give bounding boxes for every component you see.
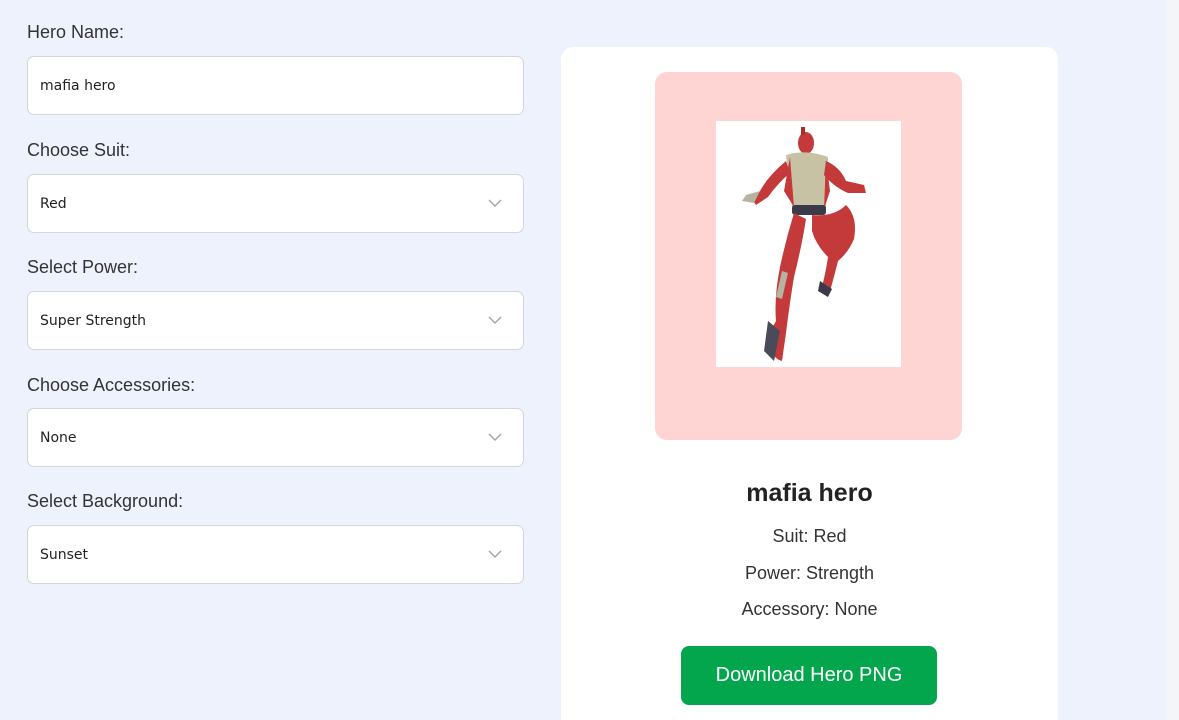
hero-name-label: Hero Name: (27, 22, 125, 42)
hero-image (716, 121, 901, 367)
accessories-label: Choose Accessories: (27, 375, 196, 395)
accessories-value: None (40, 429, 77, 446)
power-label: Select Power: (27, 257, 139, 277)
background-select[interactable]: Sunset (27, 525, 524, 584)
suit-stat: Suit: Red (772, 526, 847, 546)
suit-select[interactable]: Red (27, 174, 524, 233)
accessories-select[interactable]: None (27, 408, 524, 467)
chevron-down-icon (488, 199, 502, 207)
accessory-stat: Accessory: None (741, 599, 878, 619)
background-label: Select Background: (27, 491, 184, 511)
suit-value: Red (40, 195, 67, 212)
download-hero-button[interactable]: Download Hero PNG (681, 646, 937, 705)
superhero-figure (742, 127, 866, 361)
hero-preview-background (655, 72, 962, 440)
background-value: Sunset (40, 546, 89, 563)
power-select[interactable]: Super Strength (27, 291, 524, 350)
power-value: Super Strength (40, 312, 147, 329)
hero-name-value: mafia hero (40, 77, 116, 94)
chevron-down-icon (488, 316, 502, 324)
hero-name-input[interactable]: mafia hero (27, 56, 524, 115)
scrollbar-track[interactable] (1166, 0, 1179, 720)
hero-name-display: mafia hero (746, 479, 873, 507)
hero-creator-page: Hero Name: mafia hero Choose Suit: Red S… (0, 0, 1179, 720)
power-stat: Power: Strength (744, 563, 875, 583)
chevron-down-icon (488, 550, 502, 558)
hero-preview-card: mafia hero Suit: Red Power: Strength Acc… (561, 47, 1058, 720)
suit-label: Choose Suit: (27, 140, 131, 160)
chevron-down-icon (488, 433, 502, 441)
